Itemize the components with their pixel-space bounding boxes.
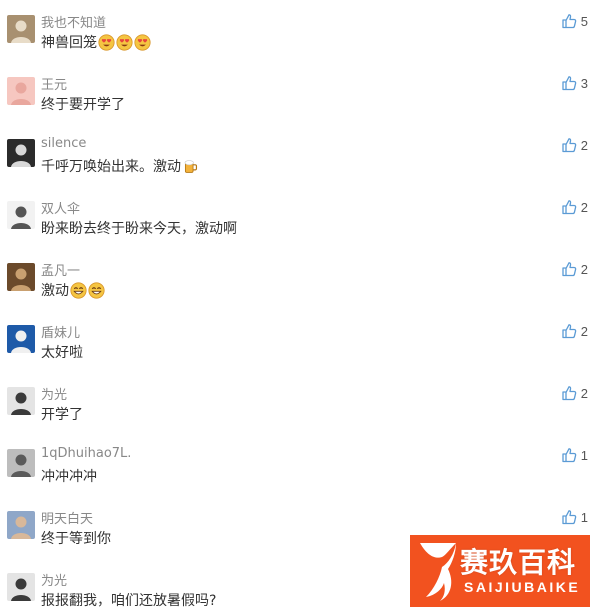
comment-text-content: 神兽回笼 — [41, 35, 97, 51]
comment-text-content: 太好啦 — [41, 345, 83, 361]
photo-avatar-icon[interactable] — [7, 263, 35, 291]
thumbs-up-icon — [562, 262, 577, 277]
thumbs-up-icon — [562, 448, 577, 463]
like-button[interactable]: 1 — [561, 447, 588, 463]
comment-item: 王元终于要开学了 3 — [0, 72, 600, 134]
silhouette-avatar-icon[interactable] — [7, 573, 35, 601]
comment-text-content: 千呼万唤始出来。激动 — [41, 159, 181, 175]
comment-text-content: 开学了 — [41, 407, 83, 423]
comment-item: silence 千呼万唤始出来。激动 2 — [0, 134, 600, 196]
like-count: 2 — [580, 385, 588, 401]
comment-item: 1qDhuihao7L. 冲冲冲冲 1 — [0, 444, 600, 506]
comment-item: 孟凡一激动 2 — [0, 258, 600, 320]
silhouette-avatar-icon[interactable] — [7, 387, 35, 415]
comment-text: 太好啦 — [41, 342, 83, 362]
comment-username[interactable]: 我也不知道 — [41, 12, 106, 31]
comment-text: 神兽回笼 — [41, 32, 151, 52]
comment-text: 冲冲冲冲 — [41, 466, 97, 486]
watermark-title: 赛玖百科 — [460, 546, 577, 579]
like-button[interactable]: 2 — [561, 137, 588, 153]
comment-text-content: 冲冲冲冲 — [41, 469, 97, 485]
grin-emoji-icon — [88, 281, 105, 299]
comment-username[interactable]: 孟凡一 — [41, 260, 80, 279]
heart-eyes-emoji-icon — [116, 33, 133, 51]
thumbs-up-icon — [562, 510, 577, 525]
like-count: 2 — [580, 261, 588, 277]
pool-avatar-icon[interactable] — [7, 325, 35, 353]
like-button[interactable]: 5 — [561, 13, 588, 29]
comment-text: 激动 — [41, 280, 105, 300]
like-count: 1 — [580, 447, 588, 463]
like-button[interactable]: 2 — [561, 199, 588, 215]
comment-text-content: 激动 — [41, 283, 69, 299]
like-count: 1 — [580, 509, 588, 525]
thumbs-up-icon — [562, 200, 577, 215]
heart-eyes-emoji-icon — [134, 33, 151, 51]
watermark: 赛玖百科 SAIJIUBAIKE — [410, 535, 590, 607]
thumbs-up-icon — [562, 324, 577, 339]
like-button[interactable]: 2 — [561, 261, 588, 277]
comment-item: 盾妹儿太好啦 2 — [0, 320, 600, 382]
comment-text: 千呼万唤始出来。激动 — [41, 156, 199, 176]
like-button[interactable]: 3 — [561, 75, 588, 91]
comment-username[interactable]: 王元 — [41, 74, 67, 93]
heart-eyes-emoji-icon — [98, 33, 115, 51]
comment-username[interactable]: 为光 — [41, 384, 67, 403]
comment-username[interactable]: 1qDhuihao7L. — [41, 446, 131, 461]
pink-avatar-icon[interactable] — [7, 77, 35, 105]
portrait-avatar-icon[interactable] — [7, 511, 35, 539]
comment-text: 终于等到你 — [41, 528, 111, 548]
grin-emoji-icon — [70, 281, 87, 299]
comment-text-content: 报报翻我，咱们还放暑假吗? — [41, 593, 217, 609]
like-button[interactable]: 2 — [561, 385, 588, 401]
thumbs-up-icon — [562, 76, 577, 91]
comment-username[interactable]: 为光 — [41, 570, 67, 589]
thumbs-up-icon — [562, 386, 577, 401]
like-button[interactable]: 1 — [561, 509, 588, 525]
comment-text-content: 终于等到你 — [41, 531, 111, 547]
like-count: 2 — [580, 137, 588, 153]
like-count: 2 — [580, 199, 588, 215]
like-count: 2 — [580, 323, 588, 339]
comment-text: 终于要开学了 — [41, 94, 125, 114]
comment-item: 我也不知道神兽回笼 5 — [0, 10, 600, 72]
thumbs-up-icon — [562, 14, 577, 29]
like-count: 5 — [580, 13, 588, 29]
like-button[interactable]: 2 — [561, 323, 588, 339]
comment-username[interactable]: silence — [41, 136, 86, 151]
bw-face-avatar-icon[interactable] — [7, 449, 35, 477]
like-count: 3 — [580, 75, 588, 91]
thumbs-up-icon — [562, 138, 577, 153]
comment-text-content: 终于要开学了 — [41, 97, 125, 113]
comment-username[interactable]: 明天白天 — [41, 508, 93, 527]
comment-text: 开学了 — [41, 404, 83, 424]
comment-text: 报报翻我，咱们还放暑假吗? — [41, 590, 216, 610]
comment-item: 为光开学了 2 — [0, 382, 600, 444]
umbrella-avatar-icon[interactable] — [7, 201, 35, 229]
comment-text: 盼来盼去终于盼来今天，激动啊 — [41, 218, 237, 238]
comment-username[interactable]: 双人伞 — [41, 198, 80, 217]
comment-text-content: 盼来盼去终于盼来今天，激动啊 — [41, 221, 237, 237]
watermark-subtitle: SAIJIUBAIKE — [464, 579, 581, 595]
comment-item: 双人伞盼来盼去终于盼来今天，激动啊 2 — [0, 196, 600, 258]
cat-avatar-icon[interactable] — [7, 15, 35, 43]
comment-username[interactable]: 盾妹儿 — [41, 322, 80, 341]
beer-emoji-icon — [184, 159, 198, 173]
face-avatar-icon[interactable] — [7, 139, 35, 167]
